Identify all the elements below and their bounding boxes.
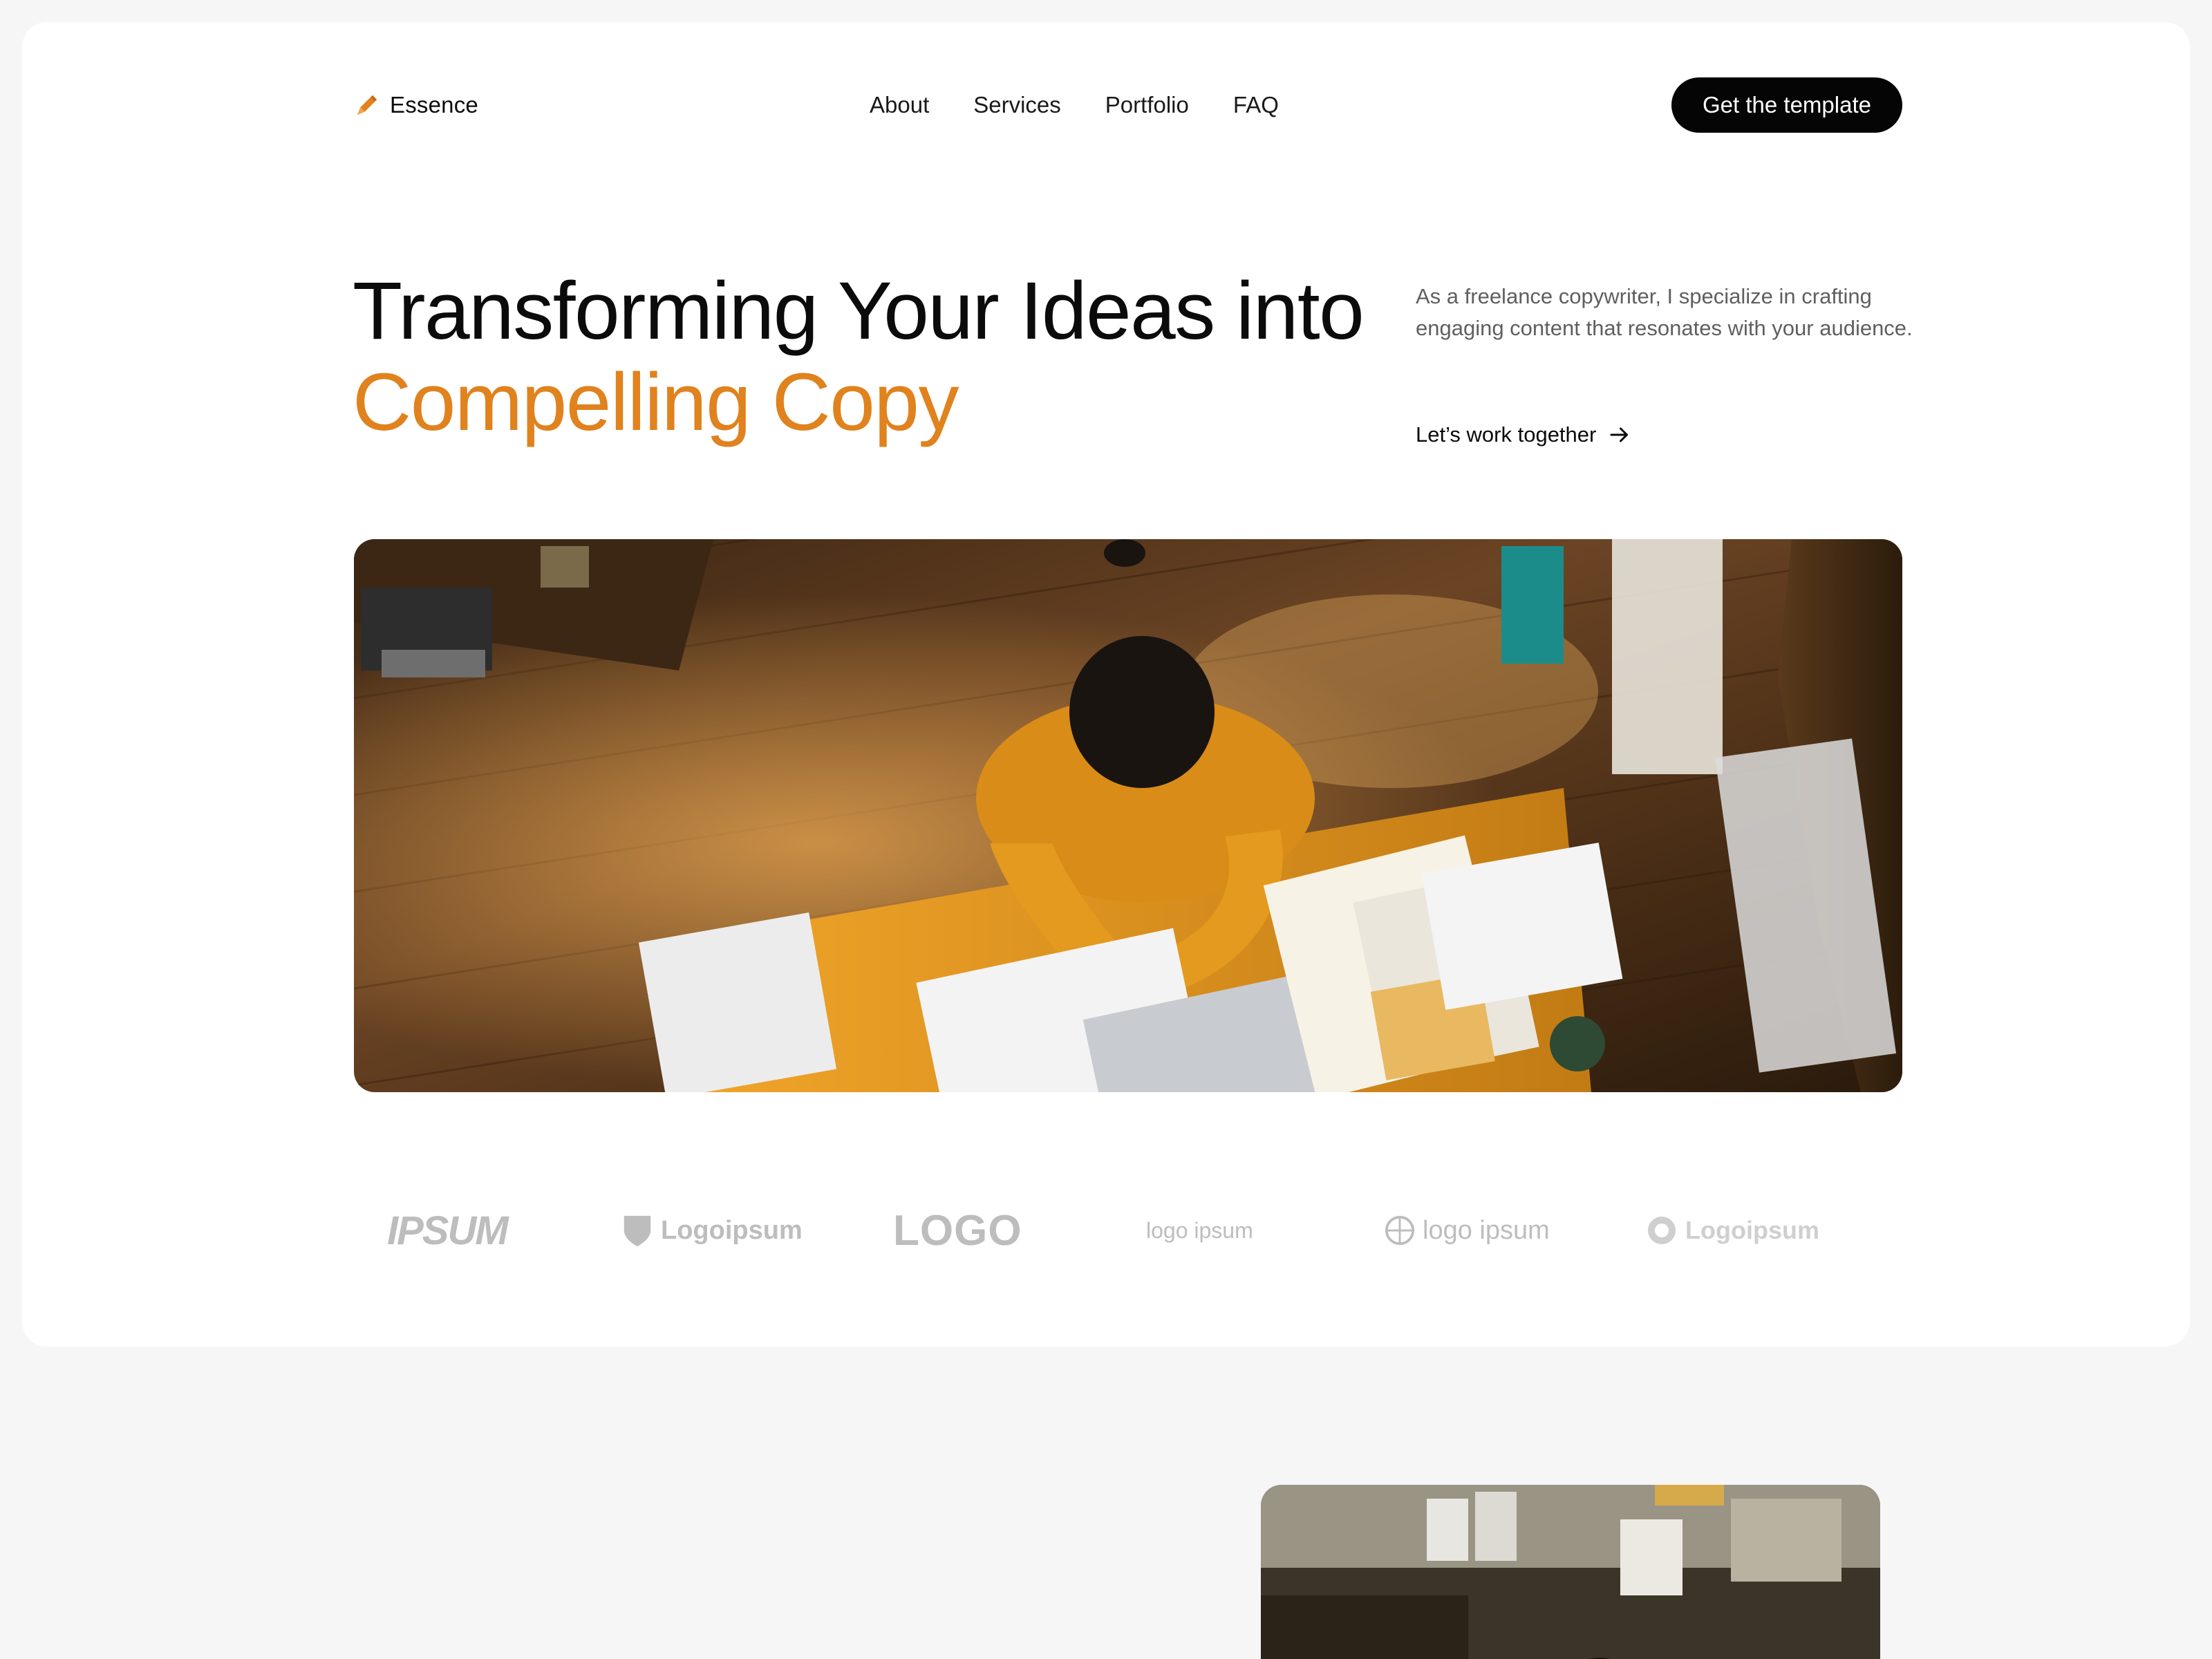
- hero-image: [354, 539, 1902, 1092]
- work-together-label: Let’s work together: [1416, 422, 1597, 447]
- circle-logo-icon: [1648, 1217, 1676, 1244]
- nav-item-about[interactable]: About: [870, 92, 929, 118]
- nav-item-services[interactable]: Services: [973, 92, 1061, 118]
- globe-logo-icon: [1385, 1215, 1415, 1246]
- pen-nib-icon: [357, 95, 377, 115]
- work-together-link[interactable]: Let’s work together: [1416, 419, 1632, 451]
- top-navigation: Essence About Services Portfolio FAQ Get…: [354, 77, 1902, 133]
- arrow-right-icon: [1610, 427, 1629, 442]
- brand-name: Essence: [390, 92, 478, 118]
- client-logo-5: logo ipsum: [1384, 1197, 1550, 1264]
- hero-description: As a freelance copywriter, I specialize …: [1416, 284, 1913, 340]
- about-image: [1261, 1485, 1880, 1659]
- nav-menu: About Services Portfolio FAQ: [870, 77, 1279, 133]
- nav-item-faq[interactable]: FAQ: [1233, 92, 1279, 118]
- hero-title-line1: Transforming Your Ideas into: [353, 265, 1365, 357]
- shield-logo-icon: [624, 1215, 651, 1247]
- client-logo-4: logo ipsum: [1146, 1217, 1253, 1243]
- nav-item-portfolio[interactable]: Portfolio: [1105, 92, 1189, 118]
- hero-card: Essence About Services Portfolio FAQ Get…: [22, 22, 2190, 1347]
- client-logo-1: IPSUM: [387, 1208, 509, 1253]
- get-template-button[interactable]: Get the template: [1671, 77, 1902, 133]
- client-logo-6: Logoipsum: [1645, 1197, 1819, 1264]
- brand[interactable]: Essence: [354, 77, 478, 133]
- client-logo-2: Logoipsum: [621, 1197, 803, 1264]
- hero-title-accent: Compelling Copy: [353, 357, 959, 448]
- hero-title: Transforming Your Ideas into Compelling …: [353, 265, 1365, 448]
- client-logo-3: LOGO: [893, 1206, 1022, 1255]
- client-logos: IPSUM Logoipsum LOGO logo ipsum logo ips…: [354, 1197, 1902, 1264]
